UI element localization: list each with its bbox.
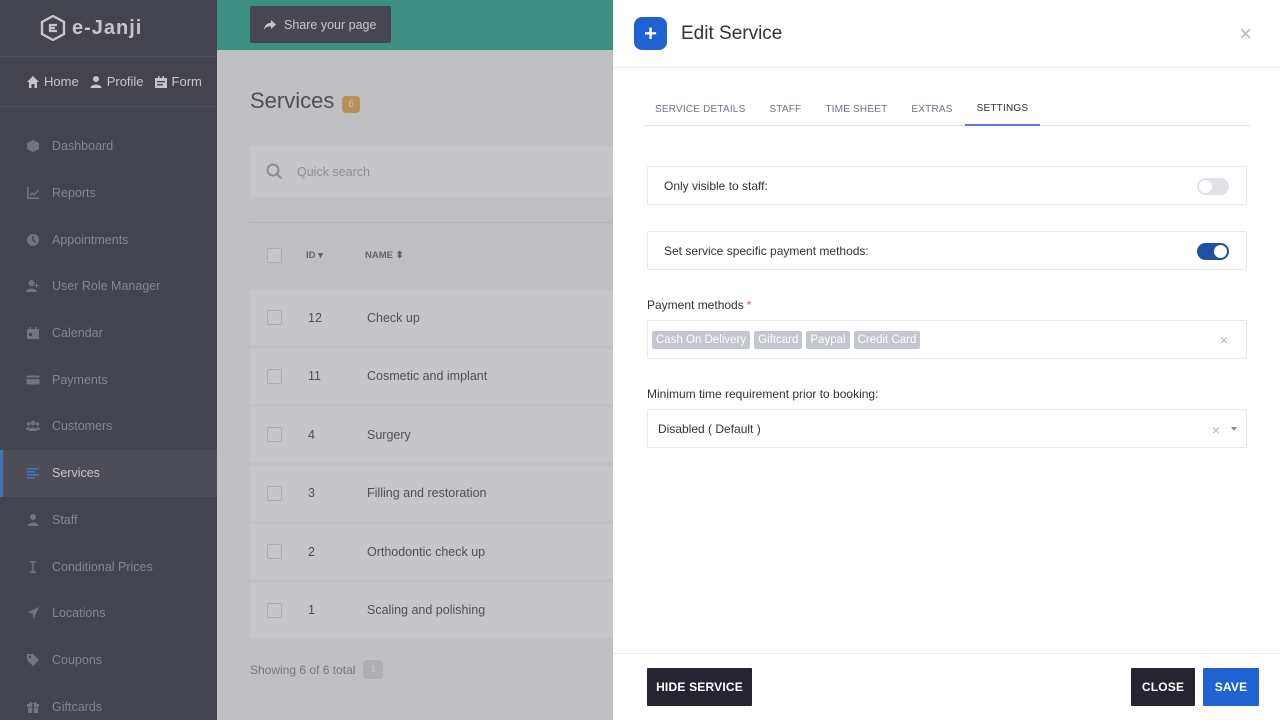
payment-methods-select[interactable]: Cash On Delivery Giftcard Paypal Credit …: [647, 320, 1247, 359]
plus-icon: +: [634, 17, 667, 50]
specific-payment-methods-label: Set service specific payment methods:: [664, 243, 869, 258]
panel-title: Edit Service: [681, 22, 783, 44]
toggle-knob: [1214, 245, 1227, 258]
specific-payment-methods-toggle[interactable]: [1197, 243, 1229, 260]
tab-settings[interactable]: SETTINGS: [964, 92, 1041, 126]
chevron-down-icon: [1231, 427, 1237, 431]
panel-header: + Edit Service ×: [613, 0, 1280, 68]
toggle-knob: [1199, 180, 1212, 193]
panel-footer: HIDE SERVICE CLOSE SAVE: [613, 653, 1280, 720]
clear-min-time-icon[interactable]: ×: [1212, 422, 1220, 438]
min-time-value: Disabled ( Default ): [658, 421, 761, 436]
min-time-label: Minimum time requirement prior to bookin…: [647, 387, 879, 401]
tab-time-sheet[interactable]: TIME SHEET: [813, 92, 899, 126]
tab-extras[interactable]: EXTRAS: [899, 92, 964, 126]
close-icon[interactable]: ×: [1239, 23, 1252, 45]
payment-methods-label-text: Payment methods: [647, 298, 744, 312]
close-button[interactable]: CLOSE: [1131, 668, 1195, 706]
payment-chip-paypal[interactable]: Paypal: [806, 330, 850, 349]
specific-payment-methods-row: Set service specific payment methods:: [647, 231, 1247, 270]
hide-service-button[interactable]: HIDE SERVICE: [647, 668, 752, 706]
only-visible-to-staff-toggle[interactable]: [1197, 178, 1229, 195]
tab-service-details[interactable]: SERVICE DETAILS: [643, 92, 757, 126]
save-button[interactable]: SAVE: [1203, 668, 1259, 706]
required-mark: *: [746, 298, 752, 312]
only-visible-to-staff-label: Only visible to staff:: [664, 178, 768, 193]
edit-service-panel: + Edit Service × SERVICE DETAILS STAFF T…: [613, 0, 1280, 720]
only-visible-to-staff-row: Only visible to staff:: [647, 166, 1247, 205]
panel-tabs: SERVICE DETAILS STAFF TIME SHEET EXTRAS …: [643, 92, 1250, 126]
payment-methods-label: Payment methods *: [647, 298, 751, 312]
clear-payment-methods-icon[interactable]: ×: [1220, 332, 1228, 348]
min-time-select[interactable]: Disabled ( Default ) ×: [647, 409, 1247, 448]
tab-staff[interactable]: STAFF: [757, 92, 813, 126]
payment-chip-credit-card[interactable]: Credit Card: [853, 330, 921, 349]
payment-chip-cash-on-delivery[interactable]: Cash On Delivery: [652, 330, 751, 349]
payment-chip-giftcard[interactable]: Giftcard: [754, 330, 803, 349]
